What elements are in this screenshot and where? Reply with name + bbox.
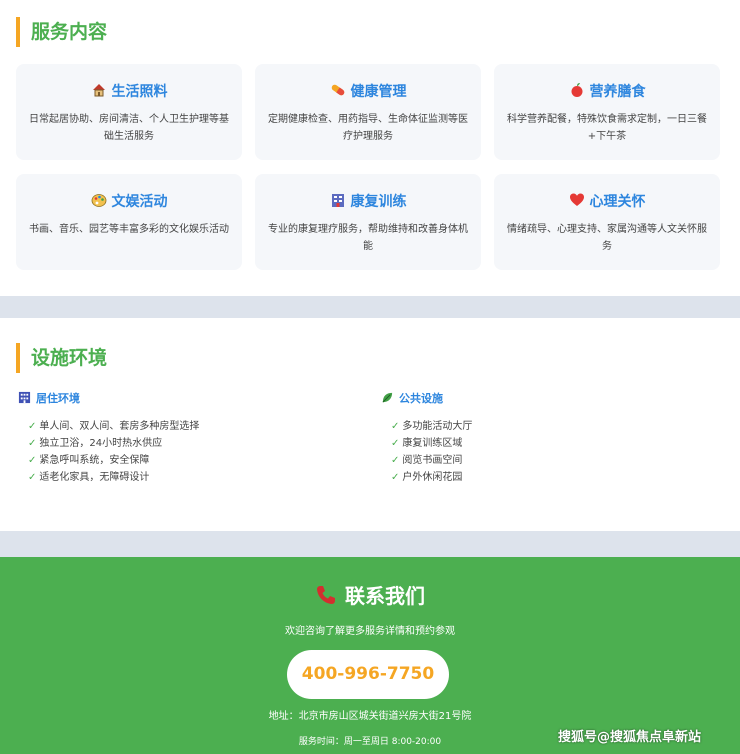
service-card-title: 健康管理 xyxy=(350,84,407,100)
facility-column-title: 居住环境 xyxy=(36,392,80,405)
service-card-recreation[interactable]: 文娱活动 书画、音乐、园艺等丰富多彩的文化娱乐活动 xyxy=(16,174,242,270)
service-card-desc: 书画、音乐、园艺等丰富多彩的文化娱乐活动 xyxy=(29,224,229,235)
check-icon: ✓ xyxy=(28,438,37,449)
service-card-health[interactable]: 健康管理 定期健康检查、用药指导、生命体征监测等医疗护理服务 xyxy=(255,64,481,160)
list-item: ✓ 紧急呼叫系统，安全保障 xyxy=(28,455,150,466)
list-item: ✓ 适老化家具，无障碍设计 xyxy=(28,472,150,483)
heart-icon xyxy=(569,192,585,208)
service-card-title: 文娱活动 xyxy=(111,194,168,210)
service-card-title: 心理关怀 xyxy=(589,194,646,210)
facilities-section: 设施环境 居住环境 ✓ 单人间、双人间、套房多种房型选择 ✓ 独立卫浴，24小时热水… xyxy=(0,318,740,531)
service-card-nutrition[interactable]: 营养膳食 科学营养配餐，特殊饮食需求定制，一日三餐+下午茶 xyxy=(494,64,720,160)
facility-column-title: 公共设施 xyxy=(399,392,443,405)
facility-column-public: 公共设施 ✓ 多功能活动大厅 ✓ 康复训练区域 ✓ 阅览书画空间 ✓ 户外休闲花园 xyxy=(381,390,701,486)
list-item: ✓ 阅览书画空间 xyxy=(391,455,463,466)
services-section: 服务内容 生活照料 日常起居协助、房间清洁、个人卫生护理等基础生活服务 健康管理… xyxy=(0,0,740,296)
service-card-psych-care[interactable]: 心理关怀 情绪疏导、心理支持、家属沟通等人文关怀服务 xyxy=(494,174,720,270)
check-icon: ✓ xyxy=(391,472,400,483)
service-card-rehab[interactable]: 康复训练 专业的康复理疗服务，帮助维持和改善身体机能 xyxy=(255,174,481,270)
check-icon: ✓ xyxy=(28,421,37,432)
service-card-desc: 专业的康复理疗服务，帮助维持和改善身体机能 xyxy=(268,224,468,252)
pill-icon xyxy=(330,82,346,98)
contact-title-text: 联系我们 xyxy=(345,584,425,608)
house-icon xyxy=(91,82,107,98)
service-card-desc: 定期健康检查、用药指导、生命体征监测等医疗护理服务 xyxy=(268,114,468,142)
phone-icon xyxy=(315,584,337,606)
service-card-title: 生活照料 xyxy=(111,84,168,100)
service-card-title: 营养膳食 xyxy=(589,84,646,100)
hospital-icon xyxy=(330,192,346,208)
phone-number-button[interactable]: 400-996-7750 xyxy=(287,650,449,699)
list-item: ✓ 户外休闲花园 xyxy=(391,472,463,483)
list-item: ✓ 单人间、双人间、套房多种房型选择 xyxy=(28,421,200,432)
check-icon: ✓ xyxy=(391,455,400,466)
source-watermark: 搜狐号@搜狐焦点阜新站 xyxy=(558,730,702,745)
list-item: ✓ 独立卫浴，24小时热水供应 xyxy=(28,438,163,449)
building-icon xyxy=(18,391,31,404)
service-card-desc: 日常起居协助、房间清洁、个人卫生护理等基础生活服务 xyxy=(29,114,229,142)
leaf-icon xyxy=(381,391,394,404)
list-item: ✓ 康复训练区域 xyxy=(391,438,463,449)
check-icon: ✓ xyxy=(391,421,400,432)
apple-icon xyxy=(569,82,585,98)
list-item: ✓ 多功能活动大厅 xyxy=(391,421,473,432)
services-title: 服务内容 xyxy=(16,17,107,47)
check-icon: ✓ xyxy=(28,455,37,466)
service-card-desc: 情绪疏导、心理支持、家属沟通等人文关怀服务 xyxy=(507,224,707,252)
contact-section: 联系我们 欢迎咨询了解更多服务详情和预约参观 400-996-7750 地址：北… xyxy=(0,557,740,754)
contact-subtitle: 欢迎咨询了解更多服务详情和预约参观 xyxy=(285,626,455,637)
service-card-desc: 科学营养配餐，特殊饮食需求定制，一日三餐+下午茶 xyxy=(507,114,707,142)
contact-address: 地址：北京市房山区城关街道兴房大街21号院 xyxy=(268,711,472,722)
facility-list: ✓ 单人间、双人间、套房多种房型选择 ✓ 独立卫浴，24小时热水供应 ✓ 紧急呼叫系统… xyxy=(18,418,338,486)
facilities-title: 设施环境 xyxy=(16,343,107,373)
contact-title: 联系我们 xyxy=(0,581,740,611)
check-icon: ✓ xyxy=(28,472,37,483)
service-card-title: 康复训练 xyxy=(350,194,407,210)
service-card-life-care[interactable]: 生活照料 日常起居协助、房间清洁、个人卫生护理等基础生活服务 xyxy=(16,64,242,160)
palette-icon xyxy=(91,192,107,208)
facility-list: ✓ 多功能活动大厅 ✓ 康复训练区域 ✓ 阅览书画空间 ✓ 户外休闲花园 xyxy=(381,418,701,486)
facility-column-living: 居住环境 ✓ 单人间、双人间、套房多种房型选择 ✓ 独立卫浴，24小时热水供应 ✓ 紧… xyxy=(18,390,338,486)
check-icon: ✓ xyxy=(391,438,400,449)
